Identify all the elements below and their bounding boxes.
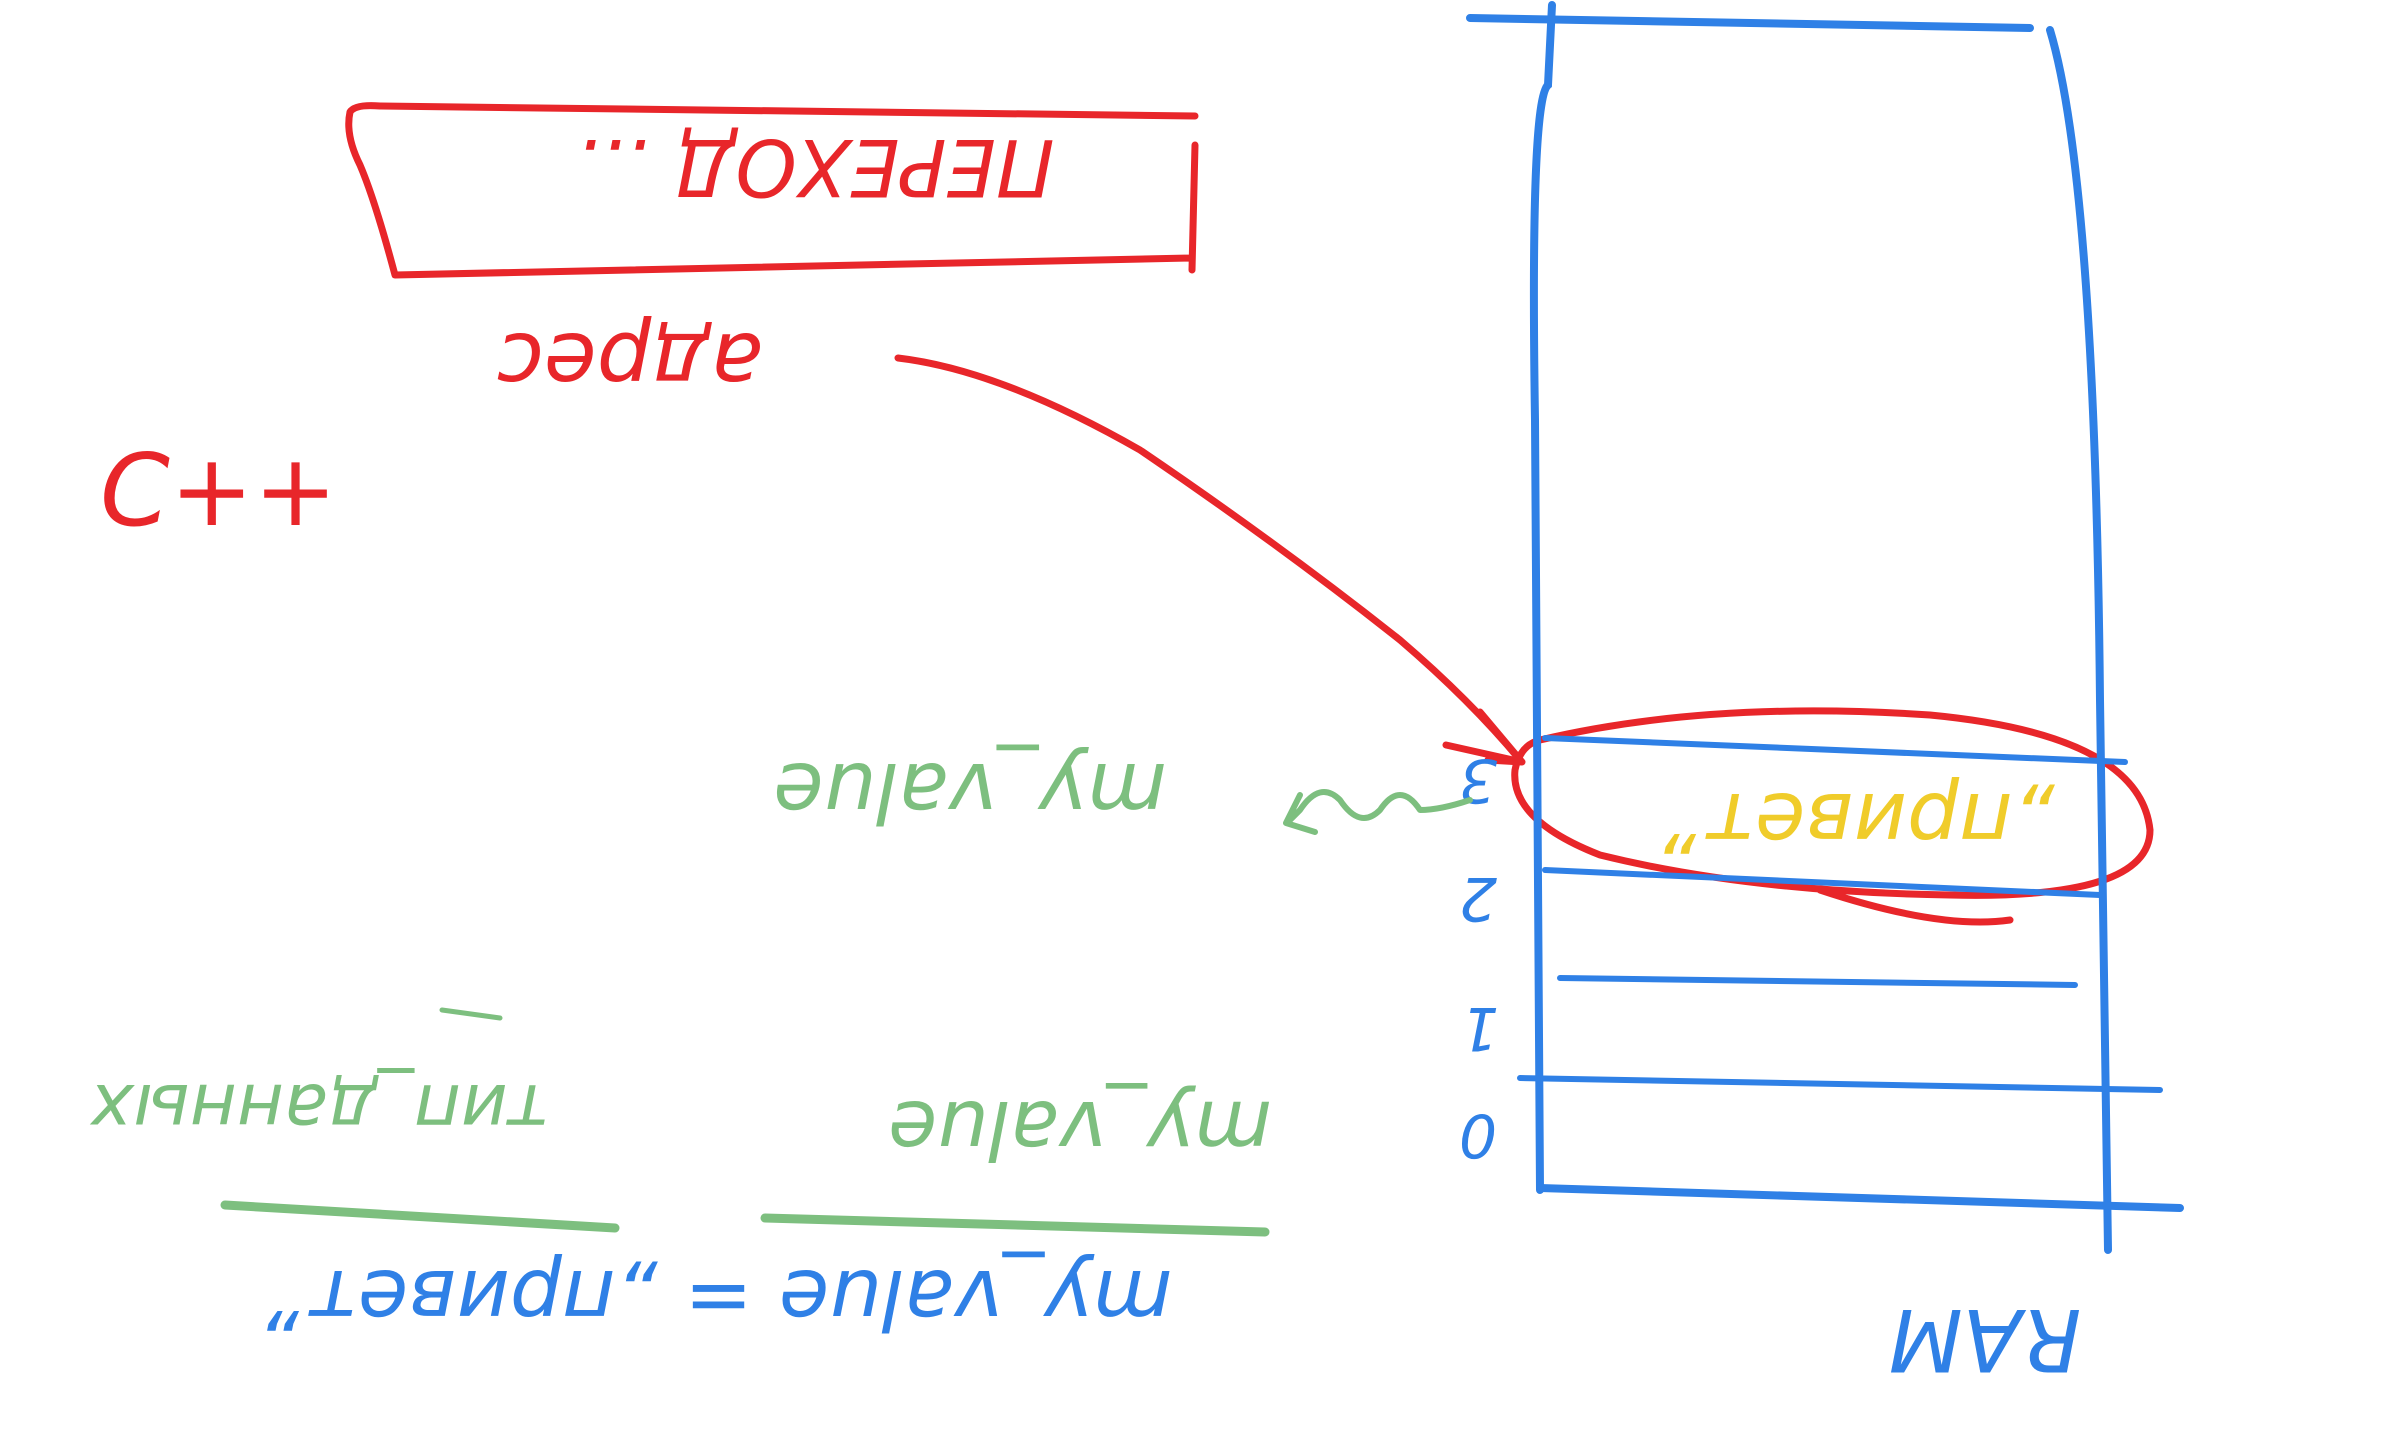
- cell-index-1: 1: [1461, 993, 1499, 1063]
- cell-index-2: 2: [1459, 863, 1497, 933]
- cpp-label: C++: [100, 432, 337, 549]
- green-label-left-1: my_value: [888, 1083, 1272, 1176]
- cell-value-yellow: „привет”: [1663, 774, 2055, 869]
- memory-label-ram: RAM: [1889, 1289, 2082, 1389]
- whiteboard-canvas: ПЕРЕХОД ... адрес C++ 3 2 1 0 RAM „приве…: [0, 0, 2388, 1432]
- red-label-address: адрес: [497, 313, 764, 413]
- assignment-statement: my_value = „привет”: [266, 1251, 1172, 1346]
- cell-index-0: 0: [1459, 1100, 1497, 1170]
- green-label-left-2: тип_данных: [89, 1068, 550, 1152]
- red-box-text: ПЕРЕХОД ...: [575, 121, 1054, 211]
- green-label-right: my_value: [773, 744, 1166, 839]
